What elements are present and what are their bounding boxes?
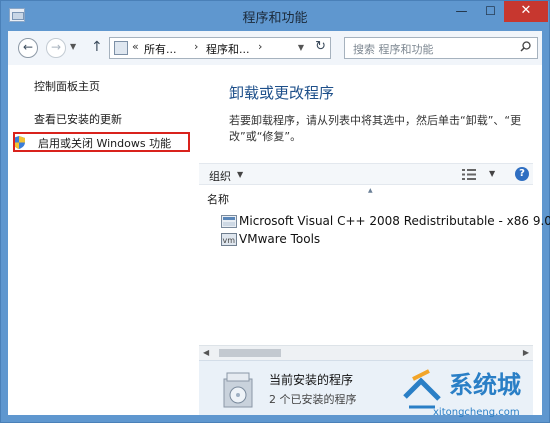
installed-programs-icon <box>223 372 253 408</box>
organize-dropdown-icon[interactable]: ▼ <box>237 170 243 179</box>
scroll-right-icon[interactable]: ▶ <box>523 348 529 357</box>
turn-windows-features-label: 启用或关闭 Windows 功能 <box>38 137 172 150</box>
address-bar[interactable]: « 所有... › 程序和... › ▼ ↻ <box>109 37 331 59</box>
scroll-left-icon[interactable]: ◀ <box>203 348 209 357</box>
vmware-icon: vm <box>221 233 237 246</box>
navigation-bar: ← → ▼ ↑ « 所有... › 程序和... › ▼ ↻ 搜索 程序和功能 <box>8 31 542 65</box>
refresh-icon[interactable]: ↻ <box>315 39 326 54</box>
recent-locations-dropdown-icon[interactable]: ▼ <box>70 42 76 51</box>
forward-button[interactable]: → <box>46 38 66 58</box>
page-title: 卸载或更改程序 <box>229 84 335 102</box>
breadcrumb-chevron-icon[interactable]: › <box>194 40 198 53</box>
control-panel-home-link[interactable]: 控制面板主页 <box>34 78 100 94</box>
breadcrumb-all-items[interactable]: 所有... <box>144 41 177 57</box>
column-header-name[interactable]: 名称 <box>207 191 229 207</box>
sort-ascending-icon: ▲ <box>368 187 373 194</box>
view-installed-updates-link[interactable]: 查看已安装的更新 <box>34 111 122 127</box>
watermark: 系统城 xitongcheng.com <box>399 363 549 423</box>
search-icon[interactable] <box>520 41 531 52</box>
view-dropdown-icon[interactable]: ▼ <box>489 169 495 178</box>
vc-redist-icon <box>221 215 237 228</box>
turn-windows-features-link[interactable]: 启用或关闭 Windows 功能 <box>13 132 190 152</box>
installed-programs-title: 当前安装的程序 <box>269 373 354 387</box>
watermark-url: xitongcheng.com <box>433 407 520 418</box>
command-bar: 组织 ▼ ▼ ? <box>199 163 533 185</box>
watermark-brand: 系统城 <box>449 371 521 399</box>
installed-programs-count: 2 个已安装的程序 <box>269 393 357 406</box>
page-description: 若要卸载程序，请从列表中将其选中，然后单击“卸载”、“更改”或“修复”。 <box>229 114 522 143</box>
title-bar: 程序和功能 — ☐ ✕ <box>1 1 549 31</box>
control-panel-icon <box>114 41 128 55</box>
horizontal-scrollbar[interactable]: ◀ ▶ <box>199 345 533 360</box>
task-pane: 控制面板主页 查看已安装的更新 启用或关闭 Windows 功能 <box>8 65 193 415</box>
up-arrow-icon[interactable]: ↑ <box>91 39 103 55</box>
search-input[interactable]: 搜索 程序和功能 <box>344 37 538 59</box>
view-options-icon[interactable] <box>462 169 476 180</box>
program-name: VMware Tools <box>239 232 321 246</box>
help-icon[interactable]: ? <box>515 167 529 181</box>
address-dropdown-icon[interactable]: ▼ <box>298 43 304 52</box>
breadcrumb-programs[interactable]: 程序和... <box>206 41 250 57</box>
organize-button[interactable]: 组织 <box>209 168 231 184</box>
breadcrumb-chevron-icon[interactable]: › <box>258 40 262 53</box>
program-name: Microsoft Visual C++ 2008 Redistributabl… <box>239 214 550 228</box>
scroll-thumb[interactable] <box>219 349 281 357</box>
svg-text:vm: vm <box>223 236 236 245</box>
close-button[interactable]: ✕ <box>504 1 548 22</box>
search-placeholder: 搜索 程序和功能 <box>353 43 434 56</box>
overflow-chevron-icon[interactable]: « <box>132 40 139 53</box>
maximize-button[interactable]: ☐ <box>476 1 505 22</box>
minimize-button[interactable]: — <box>447 1 476 22</box>
back-button[interactable]: ← <box>18 38 38 58</box>
window-frame: 程序和功能 — ☐ ✕ ← → ▼ ↑ « 所有... › 程序和... › ▼… <box>0 0 550 423</box>
